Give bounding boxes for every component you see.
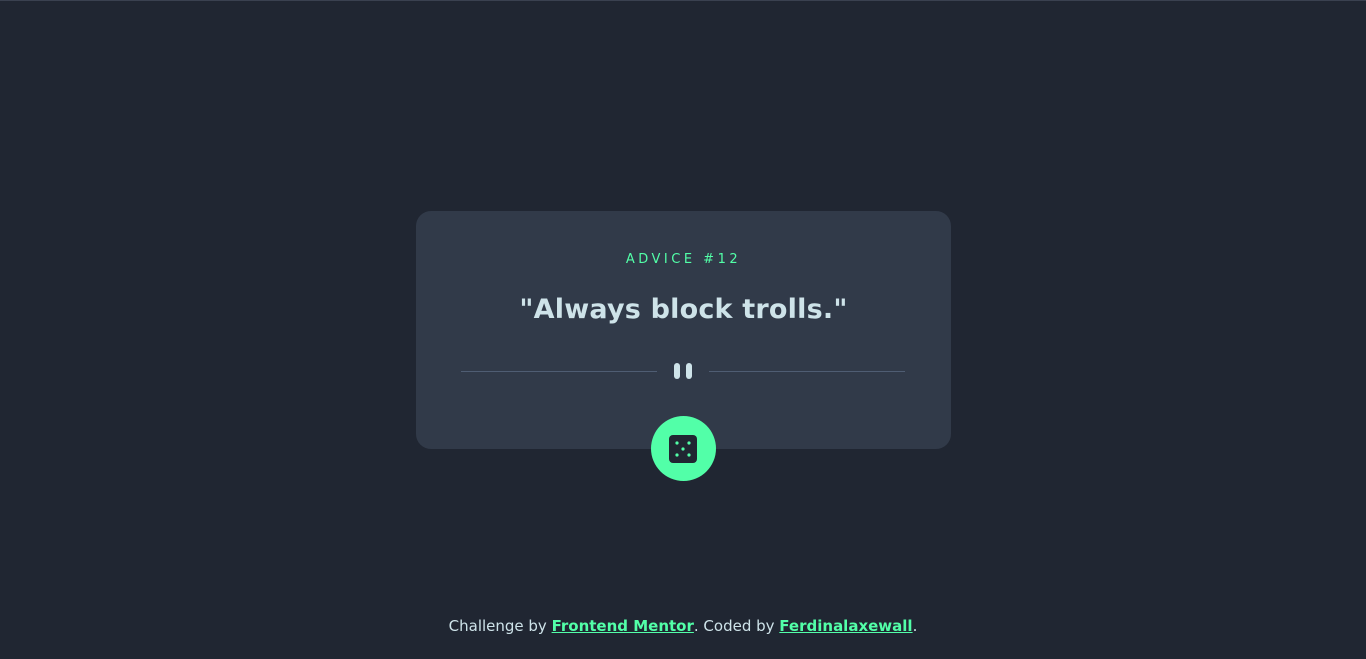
footer-suffix: .	[912, 617, 918, 635]
attribution-footer: Challenge by Frontend Mentor. Coded by F…	[0, 617, 1366, 635]
divider	[461, 362, 905, 380]
author-link[interactable]: Ferdinalaxewall	[779, 617, 912, 635]
divider-line-left	[461, 371, 657, 372]
top-border	[0, 0, 1366, 1]
footer-prefix: Challenge by	[448, 617, 552, 635]
footer-middle: . Coded by	[693, 617, 780, 635]
advice-card: ADVICE #12 "Always block trolls."	[416, 211, 951, 449]
divider-line-right	[709, 371, 905, 372]
advice-id-label: ADVICE #12	[625, 252, 742, 267]
advice-quote: "Always block trolls."	[519, 294, 848, 325]
frontend-mentor-link[interactable]: Frontend Mentor	[552, 617, 694, 635]
pause-icon	[672, 362, 694, 380]
new-advice-button[interactable]	[651, 416, 716, 481]
dice-icon	[669, 435, 697, 463]
